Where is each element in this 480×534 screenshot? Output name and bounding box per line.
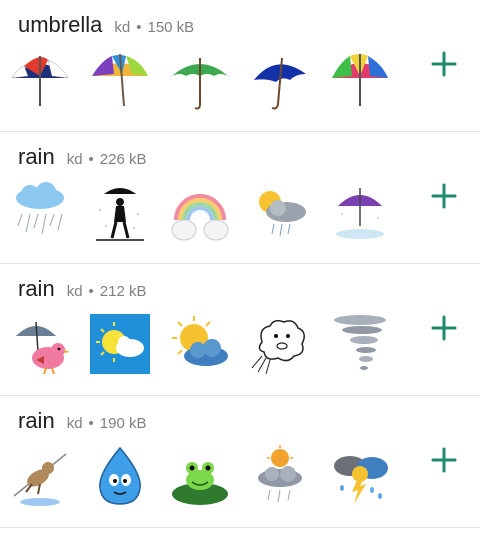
meta-separator: • xyxy=(88,283,94,300)
storm-clouds-icon xyxy=(328,444,392,508)
pack-meta: kd • 190 kB xyxy=(67,415,147,432)
purple-umbrella-icon xyxy=(328,180,392,244)
umbrella-multicolor-icon xyxy=(328,48,392,112)
pack-title: rain xyxy=(18,144,55,169)
pack-title: umbrella xyxy=(18,12,103,37)
pack-size: 212 kB xyxy=(99,283,147,300)
sun-cloud-tile-icon xyxy=(88,312,152,376)
sticker-pack[interactable]: umbrella kd • 150 kB xyxy=(0,0,480,132)
add-pack-button[interactable] xyxy=(430,446,458,474)
sticker-pack[interactable]: rain kd • 226 kB xyxy=(0,132,480,264)
add-pack-button[interactable] xyxy=(430,182,458,210)
pack-size: 226 kB xyxy=(99,151,147,168)
sticker-preview-row xyxy=(8,48,392,112)
meta-separator: • xyxy=(88,151,94,168)
umbrella-blue-icon xyxy=(248,48,312,112)
dog-in-rain-icon xyxy=(8,444,72,508)
pack-author: kd xyxy=(66,151,83,168)
umbrella-green-icon xyxy=(168,48,232,112)
pack-size: 190 kB xyxy=(99,415,147,432)
umbrella-navy-red-icon xyxy=(8,48,72,112)
pack-author: kd xyxy=(66,283,83,300)
pack-meta: kd • 212 kB xyxy=(67,283,147,300)
pack-size: 150 kB xyxy=(147,19,195,36)
rainbow-clouds-icon xyxy=(168,180,232,244)
pack-title: rain xyxy=(18,408,55,433)
pack-header: rain kd • 190 kB xyxy=(18,408,147,434)
bird-umbrella-icon xyxy=(8,312,72,376)
wind-face-cloud-icon xyxy=(248,312,312,376)
pack-author: kd xyxy=(66,415,83,432)
pack-header: rain kd • 226 kB xyxy=(18,144,147,170)
pack-meta: kd • 226 kB xyxy=(67,151,147,168)
sticker-preview-row xyxy=(8,444,392,508)
water-drop-face-icon xyxy=(88,444,152,508)
person-umbrella-rain-icon xyxy=(88,180,152,244)
sticker-pack[interactable]: rain kd • 190 kB xyxy=(0,396,480,528)
sticker-preview-row xyxy=(8,312,392,376)
sticker-pack[interactable]: rain kd • 212 kB xyxy=(0,264,480,396)
sticker-preview-row xyxy=(8,180,392,244)
pack-author: kd xyxy=(114,19,131,36)
add-pack-button[interactable] xyxy=(430,50,458,78)
sun-behind-cloud-icon xyxy=(168,312,232,376)
sun-rain-cloud-icon xyxy=(248,180,312,244)
pack-header: umbrella kd • 150 kB xyxy=(18,12,194,38)
sun-storm-cloud-icon xyxy=(248,444,312,508)
meta-separator: • xyxy=(88,415,94,432)
add-pack-button[interactable] xyxy=(430,314,458,342)
rain-cloud-icon xyxy=(8,180,72,244)
pack-meta: kd • 150 kB xyxy=(114,19,194,36)
pack-title: rain xyxy=(18,276,55,301)
umbrella-rainbow-icon xyxy=(88,48,152,112)
pack-header: rain kd • 212 kB xyxy=(18,276,147,302)
frog-lily-pad-icon xyxy=(168,444,232,508)
meta-separator: • xyxy=(136,19,142,36)
tornado-icon xyxy=(328,312,392,376)
